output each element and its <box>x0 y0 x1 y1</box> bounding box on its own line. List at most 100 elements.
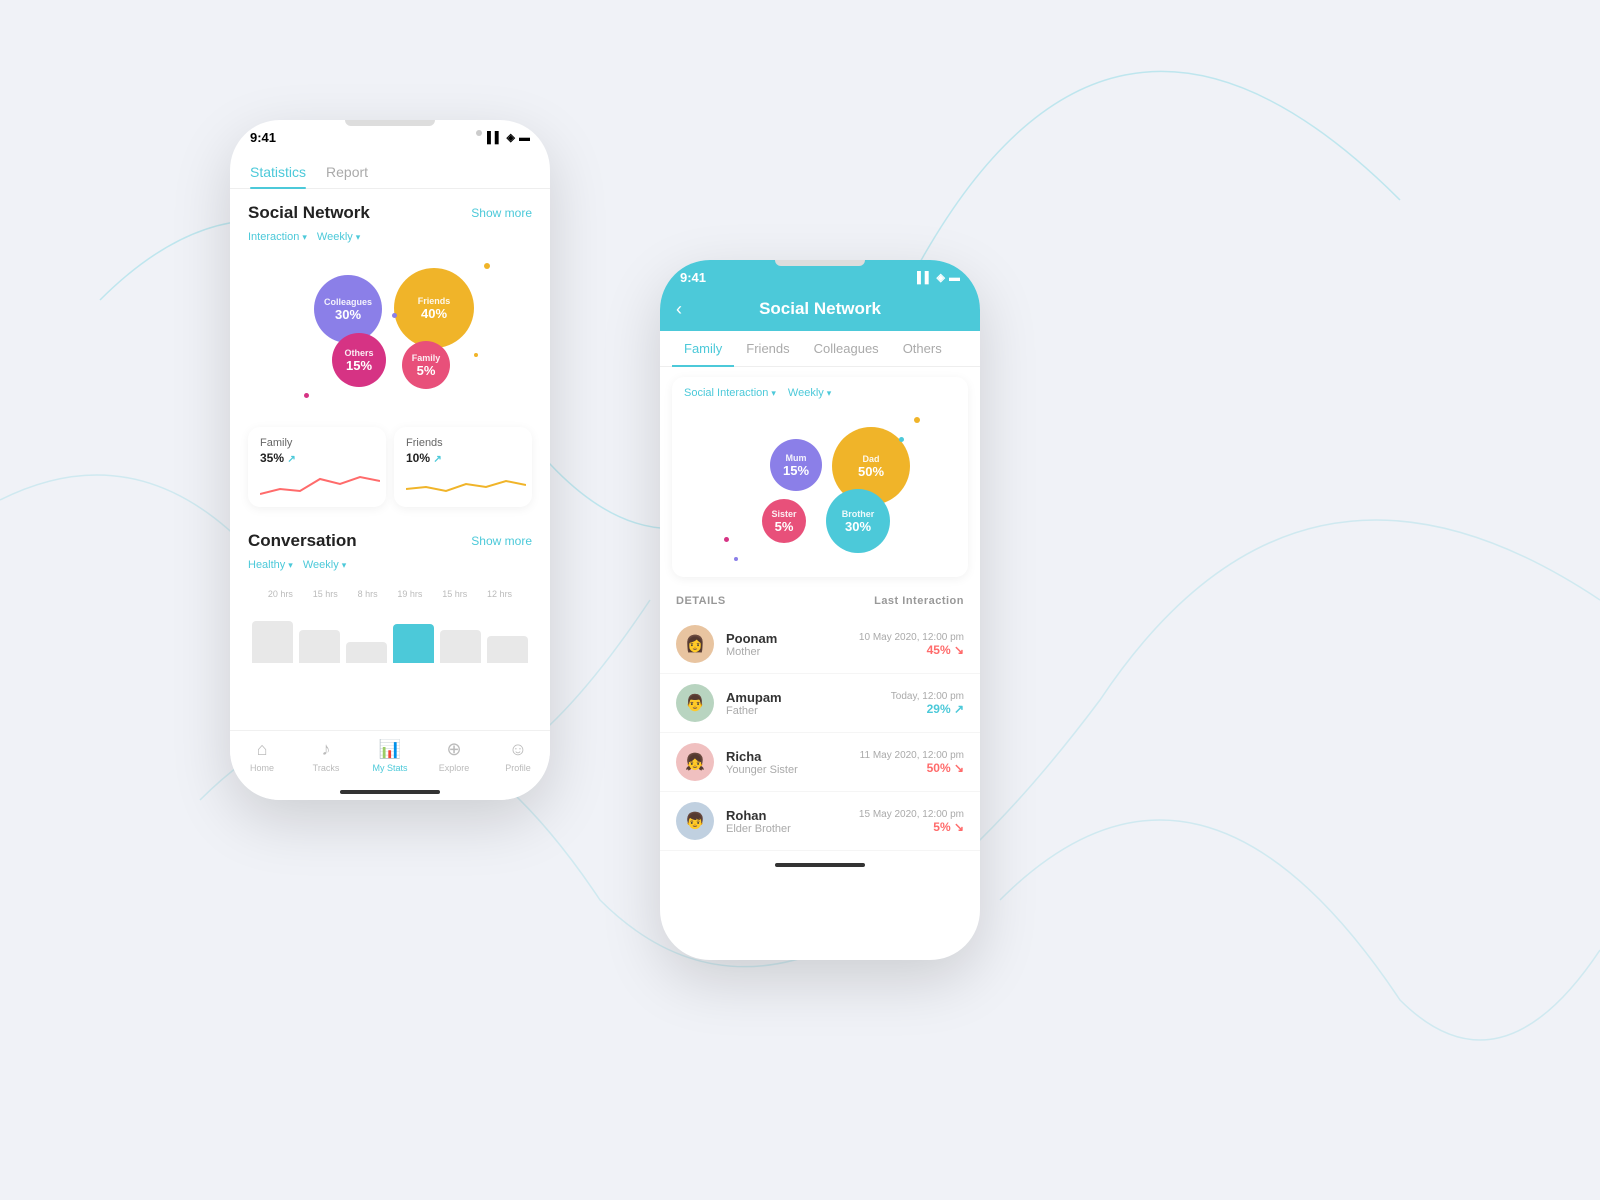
nav-mystats-label: My Stats <box>372 763 407 773</box>
home-icon: ⌂ <box>257 739 268 760</box>
dot2 <box>392 313 397 318</box>
dot1 <box>484 263 490 269</box>
interaction-pct-rohan: 5% ↘ <box>859 820 964 834</box>
details-header: DETAILS Last Interaction <box>660 587 980 615</box>
tab-friends[interactable]: Friends <box>734 331 801 366</box>
notch <box>345 120 435 126</box>
conversation-header: Conversation Show more <box>248 531 532 551</box>
conversation-title: Conversation <box>248 531 357 551</box>
conversation-filters: Healthy Weekly <box>248 559 532 571</box>
notch-p2 <box>775 260 865 266</box>
interaction-date-poonam: 10 May 2020, 12:00 pm <box>859 632 964 643</box>
wifi-icon-p2: ◈ <box>937 271 945 284</box>
nav-home-label: Home <box>250 763 274 773</box>
details-label: DETAILS <box>676 595 726 607</box>
status-icons-phone1: ▌▌ ◈ ▬ <box>487 131 530 144</box>
filter-social-interaction[interactable]: Social Interaction <box>684 387 776 399</box>
social-network-show-more[interactable]: Show more <box>471 206 532 220</box>
graph-card-family: Family 35% ↗ <box>248 427 386 507</box>
person-row-amupam[interactable]: 👨 Amupam Father Today, 12:00 pm 29% ↗ <box>660 674 980 733</box>
person-name-poonam: Poonam <box>726 631 847 646</box>
person-role-amupam: Father <box>726 705 879 717</box>
camera <box>476 130 482 136</box>
interaction-pct-poonam: 45% ↘ <box>859 643 964 657</box>
p2-dot1 <box>914 417 920 423</box>
phone-social-detail: 9:41 ▌▌ ◈ ▬ ‹ Social Network Family Frie… <box>660 260 980 960</box>
graph-family-label: Family <box>260 437 374 449</box>
graph-friends-label: Friends <box>406 437 520 449</box>
graph-card-friends: Friends 10% ↗ <box>394 427 532 507</box>
bubble-brother: Brother 30% <box>826 489 890 553</box>
social-network-bubbles: Friends 40% Colleagues 30% Others 15% Fa… <box>244 253 536 413</box>
bar-4-active <box>393 624 434 663</box>
person-name-richa: Richa <box>726 749 848 764</box>
bubble-colleagues: Colleagues 30% <box>314 275 382 343</box>
filter-healthy[interactable]: Healthy <box>248 559 293 571</box>
phone1-tabs: Statistics Report <box>230 150 550 189</box>
tab-report[interactable]: Report <box>326 158 368 188</box>
last-interaction-label: Last Interaction <box>874 595 964 607</box>
signal-icon-p2: ▌▌ <box>917 272 933 284</box>
p2-tabs: Family Friends Colleagues Others <box>660 331 980 367</box>
p2-bubbles: Dad 50% Mum 15% Brother 30% Sister 5% <box>684 407 956 567</box>
graph-cards-row: Family 35% ↗ Friends 10% ↗ <box>248 427 532 507</box>
bar-3 <box>346 642 387 663</box>
bubble-others: Others 15% <box>332 333 386 387</box>
filter-weekly[interactable]: Weekly <box>317 231 360 243</box>
interaction-pct-richa: 50% ↘ <box>860 761 964 775</box>
person-name-rohan: Rohan <box>726 808 847 823</box>
back-button[interactable]: ‹ <box>676 299 682 320</box>
bars-container <box>248 603 532 663</box>
person-role-poonam: Mother <box>726 646 847 658</box>
interaction-pct-amupam: 29% ↗ <box>891 702 964 716</box>
p2-dot4 <box>724 537 729 542</box>
mystats-icon: 📊 <box>379 739 401 760</box>
interaction-date-rohan: 15 May 2020, 12:00 pm <box>859 809 964 820</box>
person-info-richa: Richa Younger Sister <box>726 749 848 776</box>
nav-home[interactable]: ⌂ Home <box>230 739 294 773</box>
nav-mystats[interactable]: 📊 My Stats <box>358 739 422 773</box>
social-network-filters: Interaction Weekly <box>248 231 532 243</box>
home-bar <box>340 790 440 794</box>
dot4 <box>304 393 309 398</box>
person-name-amupam: Amupam <box>726 690 879 705</box>
nav-profile[interactable]: ☺ Profile <box>486 739 550 773</box>
status-icons-phone2: ▌▌ ◈ ▬ <box>917 271 960 284</box>
person-interaction-rohan: 15 May 2020, 12:00 pm 5% ↘ <box>859 809 964 834</box>
bar-5 <box>440 630 481 663</box>
wifi-icon: ◈ <box>507 131 515 144</box>
person-row-rohan[interactable]: 👦 Rohan Elder Brother 15 May 2020, 12:00… <box>660 792 980 851</box>
filter-interaction[interactable]: Interaction <box>248 231 307 243</box>
social-network-section: Social Network Show more Interaction Wee… <box>230 189 550 421</box>
interaction-date-richa: 11 May 2020, 12:00 pm <box>860 750 964 761</box>
conversation-show-more[interactable]: Show more <box>471 534 532 548</box>
person-interaction-amupam: Today, 12:00 pm 29% ↗ <box>891 691 964 716</box>
filter-weekly-conv[interactable]: Weekly <box>303 559 346 571</box>
filter-weekly-p2[interactable]: Weekly <box>788 387 831 399</box>
person-interaction-richa: 11 May 2020, 12:00 pm 50% ↘ <box>860 750 964 775</box>
tab-statistics[interactable]: Statistics <box>250 158 306 188</box>
nav-tracks-label: Tracks <box>313 763 340 773</box>
social-network-header: Social Network Show more <box>248 203 532 223</box>
person-row-poonam[interactable]: 👩 Poonam Mother 10 May 2020, 12:00 pm 45… <box>660 615 980 674</box>
p2-header-title: Social Network <box>759 299 881 319</box>
bar-6 <box>487 636 528 663</box>
p2-filters: Social Interaction Weekly <box>684 387 956 399</box>
tab-family[interactable]: Family <box>672 331 734 366</box>
graph-family-value: 35% ↗ <box>260 451 374 465</box>
nav-explore[interactable]: ⊕ Explore <box>422 739 486 773</box>
nav-explore-label: Explore <box>439 763 470 773</box>
person-info-poonam: Poonam Mother <box>726 631 847 658</box>
bubble-family: Family 5% <box>402 341 450 389</box>
tab-others[interactable]: Others <box>891 331 954 366</box>
bar-y-labels: 20 hrs 15 hrs 8 hrs 19 hrs 15 hrs 12 hrs <box>248 589 532 599</box>
nav-tracks[interactable]: ♪ Tracks <box>294 739 358 773</box>
tab-colleagues[interactable]: Colleagues <box>802 331 891 366</box>
battery-icon-p2: ▬ <box>949 272 960 284</box>
person-row-richa[interactable]: 👧 Richa Younger Sister 11 May 2020, 12:0… <box>660 733 980 792</box>
person-interaction-poonam: 10 May 2020, 12:00 pm 45% ↘ <box>859 632 964 657</box>
dot3 <box>474 353 478 357</box>
graph-friends-value: 10% ↗ <box>406 451 520 465</box>
p2-dot2 <box>899 437 904 442</box>
p2-home-bar <box>775 863 865 867</box>
